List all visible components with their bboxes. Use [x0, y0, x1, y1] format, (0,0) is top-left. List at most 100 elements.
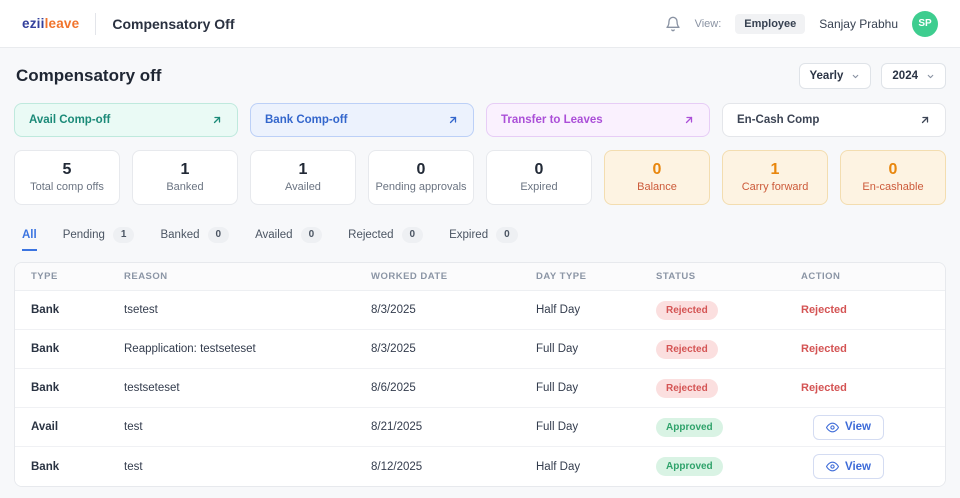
cell-action: View: [801, 454, 945, 479]
cell-worked-date: 8/6/2025: [371, 382, 536, 394]
notification-bell-icon[interactable]: [665, 16, 681, 32]
table-row: BankReapplication: testseteset8/3/2025Fu…: [15, 330, 945, 369]
cell-worked-date: 8/21/2025: [371, 421, 536, 433]
stat-card-total-comp-offs: 5 Total comp offs: [14, 150, 120, 205]
action-card-label: Bank Comp-off: [265, 114, 347, 126]
cell-status: Approved: [656, 457, 801, 476]
tab-label: Expired: [449, 229, 488, 241]
period-dropdown[interactable]: Yearly: [799, 63, 872, 89]
table-row: Banktsetest8/3/2025Half DayRejectedRejec…: [15, 291, 945, 330]
view-button[interactable]: View: [813, 415, 884, 440]
column-header-worked-date: Worked Date: [371, 271, 536, 282]
stat-card-balance: 0 Balance: [604, 150, 710, 205]
stat-value: 0: [417, 162, 426, 178]
table-row: Banktestseteset8/6/2025Full DayRejectedR…: [15, 369, 945, 408]
period-dropdown-value: Yearly: [810, 70, 844, 82]
status-badge: Approved: [656, 418, 723, 437]
year-dropdown-value: 2024: [892, 70, 918, 82]
logo-part-1: ezii: [22, 16, 45, 31]
cell-day-type: Half Day: [536, 461, 656, 473]
cell-status: Approved: [656, 418, 801, 437]
tab-count-badge: 0: [208, 227, 230, 243]
cell-day-type: Full Day: [536, 421, 656, 433]
status-badge: Rejected: [656, 340, 718, 359]
stat-label: Balance: [637, 181, 677, 193]
stat-card-availed: 1 Availed: [250, 150, 356, 205]
action-card-transfer-to-leaves[interactable]: Transfer to Leaves: [486, 103, 710, 137]
cell-type: Bank: [31, 304, 124, 316]
stat-label: Total comp offs: [30, 181, 104, 193]
stat-card-carry-forward: 1Carry forward: [722, 150, 828, 205]
stat-label: En-cashable: [862, 181, 923, 193]
status-badge: Rejected: [656, 379, 718, 398]
cell-day-type: Full Day: [536, 382, 656, 394]
tab-count-badge: 0: [301, 227, 323, 243]
stat-value: 0: [653, 162, 662, 178]
cell-reason: testseteset: [124, 382, 371, 394]
action-card-bank-comp-off[interactable]: Bank Comp-off: [250, 103, 474, 137]
stat-value: 0: [535, 162, 544, 178]
action-card-avail-comp-off[interactable]: Avail Comp-off: [14, 103, 238, 137]
chevron-down-icon: [926, 72, 935, 81]
table-row: Availtest8/21/2025Full DayApprovedView: [15, 408, 945, 447]
cell-status: Rejected: [656, 379, 801, 398]
stat-card-pending-approvals: 0 Pending approvals: [368, 150, 474, 205]
status-badge: Rejected: [656, 301, 718, 320]
tab-all[interactable]: All: [22, 229, 37, 251]
logo-divider: [95, 13, 96, 35]
action-status-text: Rejected: [801, 304, 847, 316]
cell-type: Avail: [31, 421, 124, 433]
cell-action: Rejected: [801, 304, 945, 316]
table-header-row: TypeReasonWorked DateDay TypeStatusActio…: [15, 263, 945, 291]
tab-banked[interactable]: Banked 0: [160, 227, 229, 253]
action-card-label: Transfer to Leaves: [501, 114, 603, 126]
tab-count-badge: 1: [113, 227, 135, 243]
comp-off-table: TypeReasonWorked DateDay TypeStatusActio…: [14, 262, 946, 487]
view-mode-badge[interactable]: Employee: [735, 14, 805, 34]
app-logo: eziileave: [22, 16, 79, 31]
tab-pending[interactable]: Pending1: [63, 227, 135, 253]
cell-action: Rejected: [801, 382, 945, 394]
tab-label: Availed: [255, 229, 293, 241]
tab-availed[interactable]: Availed 0: [255, 227, 322, 253]
tab-label: All: [22, 229, 37, 241]
stat-value: 5: [63, 162, 72, 178]
cell-day-type: Half Day: [536, 304, 656, 316]
external-arrow-icon: [919, 114, 931, 126]
tab-label: Banked: [160, 229, 199, 241]
logo-part-2: leave: [45, 16, 80, 31]
action-card-en-cash-comp[interactable]: En-Cash Comp: [722, 103, 946, 137]
stat-card-en-cashable: 0En-cashable: [840, 150, 946, 205]
stat-label: Pending approvals: [375, 181, 466, 193]
cell-worked-date: 8/3/2025: [371, 343, 536, 355]
stat-card-banked: 1 Banked: [132, 150, 238, 205]
stat-value: 1: [181, 162, 190, 178]
cell-type: Bank: [31, 343, 124, 355]
action-cards-row: Avail Comp-off Bank Comp-off Transfer to L…: [14, 103, 946, 137]
column-header-status: Status: [656, 271, 801, 282]
tab-count-badge: 0: [496, 227, 518, 243]
year-dropdown[interactable]: 2024: [881, 63, 946, 89]
stat-value: 1: [771, 162, 780, 178]
cell-reason: Reapplication: testseteset: [124, 343, 371, 355]
cell-status: Rejected: [656, 301, 801, 320]
external-arrow-icon: [683, 114, 695, 126]
tab-rejected[interactable]: Rejected0: [348, 227, 423, 253]
column-header-reason: Reason: [124, 271, 371, 282]
stat-label: Availed: [285, 181, 321, 193]
external-arrow-icon: [211, 114, 223, 126]
cell-day-type: Full Day: [536, 343, 656, 355]
user-avatar[interactable]: SP: [912, 11, 938, 37]
cell-type: Bank: [31, 461, 124, 473]
cell-action: Rejected: [801, 343, 945, 355]
view-button[interactable]: View: [813, 454, 884, 479]
table-body: Banktsetest8/3/2025Half DayRejectedRejec…: [15, 291, 945, 486]
view-button-label: View: [845, 421, 871, 433]
tab-expired[interactable]: Expired 0: [449, 227, 518, 253]
stat-value: 1: [299, 162, 308, 178]
cell-worked-date: 8/12/2025: [371, 461, 536, 473]
view-label: View:: [695, 18, 722, 30]
stat-label: Banked: [166, 181, 203, 193]
cell-worked-date: 8/3/2025: [371, 304, 536, 316]
chevron-down-icon: [851, 72, 860, 81]
